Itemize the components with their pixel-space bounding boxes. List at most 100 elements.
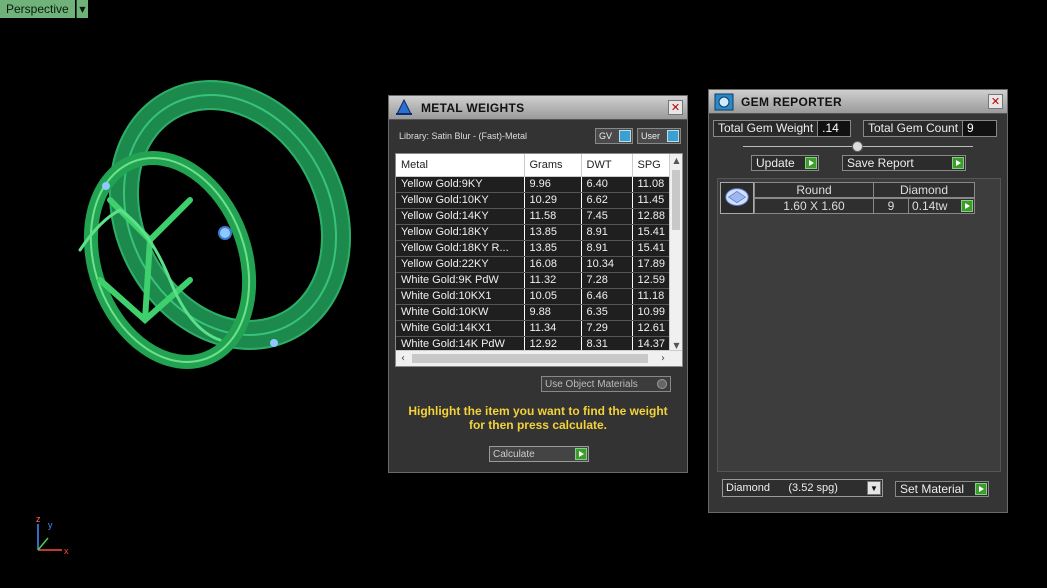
table-cell[interactable]: White Gold:9K PdW [396, 272, 525, 289]
gv-toggle[interactable]: GV [595, 128, 633, 144]
table-cell[interactable]: 11.45 [632, 192, 671, 209]
gem-material[interactable]: Diamond [873, 182, 975, 198]
table-row[interactable]: White Gold:10KX1 10.05 6.46 11.18 [396, 288, 671, 305]
update-button[interactable]: Update [751, 155, 819, 171]
svg-text:z: z [36, 514, 41, 524]
play-arrow-icon [952, 157, 964, 169]
table-cell[interactable]: 15.41 [632, 224, 671, 241]
gem-reporter-app-icon [714, 93, 734, 110]
gem-list[interactable]: Round Diamond 1.60 X 1.60 9 0.14tw [717, 178, 1001, 472]
table-row[interactable]: Yellow Gold:9KY 9.96 6.40 11.08 [396, 176, 671, 193]
table-cell[interactable]: 10.99 [632, 304, 671, 321]
table-cell[interactable]: White Gold:10KX1 [396, 288, 525, 305]
table-cell[interactable]: 7.28 [581, 272, 633, 289]
table-row[interactable]: White Gold:14KX1 11.34 7.29 12.61 [396, 320, 671, 337]
viewport-dropdown-icon[interactable]: ▼ [76, 0, 88, 18]
table-cell[interactable]: 12.59 [632, 272, 671, 289]
table-cell[interactable]: 11.08 [632, 176, 671, 193]
table-row[interactable]: Yellow Gold:18KY 13.85 8.91 15.41 [396, 224, 671, 241]
table-cell[interactable]: 6.35 [581, 304, 633, 321]
gem-size[interactable]: 1.60 X 1.60 [754, 198, 874, 214]
set-material-button[interactable]: Set Material [895, 481, 989, 497]
table-cell[interactable]: 10.34 [581, 256, 633, 273]
table-cell[interactable]: 11.18 [632, 288, 671, 305]
col-dwt[interactable]: DWT [581, 154, 633, 177]
use-object-materials-toggle[interactable]: Use Object Materials [541, 376, 671, 392]
chevron-down-icon[interactable]: ▼ [867, 481, 881, 495]
table-cell[interactable]: 16.08 [524, 256, 582, 273]
metal-weights-close-icon[interactable]: ✕ [668, 100, 683, 115]
table-cell[interactable]: 8.91 [581, 240, 633, 257]
table-cell[interactable]: 13.85 [524, 240, 582, 257]
table-cell[interactable]: 17.89 [632, 256, 671, 273]
table-cell[interactable]: 6.62 [581, 192, 633, 209]
play-arrow-icon [805, 157, 817, 169]
scroll-right-icon[interactable]: › [656, 351, 670, 366]
table-row[interactable]: White Gold:10KW 9.88 6.35 10.99 [396, 304, 671, 321]
table-cell[interactable]: Yellow Gold:9KY [396, 176, 525, 193]
table-cell[interactable]: 12.88 [632, 208, 671, 225]
material-select[interactable]: Diamond (3.52 spg) ▼ [722, 479, 883, 497]
calculate-label: Calculate [493, 448, 535, 460]
table-cell[interactable]: White Gold:10KW [396, 304, 525, 321]
table-row[interactable]: Yellow Gold:14KY 11.58 7.45 12.88 [396, 208, 671, 225]
instruction-line-2: for then press calculate. [468, 418, 608, 432]
table-cell[interactable]: 7.29 [581, 320, 633, 337]
table-cell[interactable]: Yellow Gold:18KY [396, 224, 525, 241]
col-metal[interactable]: Metal [396, 154, 525, 177]
scroll-up-icon[interactable]: ▲ [670, 154, 682, 167]
gem-shape[interactable]: Round [754, 182, 874, 198]
table-cell[interactable]: 10.29 [524, 192, 582, 209]
table-row[interactable]: White Gold:9K PdW 11.32 7.28 12.59 [396, 272, 671, 289]
metal-table-hscroll[interactable]: ‹ › [396, 350, 682, 366]
user-toggle-label: User [641, 131, 661, 141]
gem-count[interactable]: 9 [873, 198, 909, 214]
metal-weights-titlebar[interactable]: METAL WEIGHTS ✕ [389, 96, 687, 120]
table-cell[interactable]: 12.61 [632, 320, 671, 337]
table-cell[interactable]: Yellow Gold:18KY R... [396, 240, 525, 257]
instruction-line-1: Highlight the item you want to find the … [408, 404, 668, 418]
viewport-label[interactable]: Perspective [0, 0, 75, 18]
table-cell[interactable]: 11.58 [524, 208, 582, 225]
metal-weights-panel: METAL WEIGHTS ✕ Library: Satin Blur - (F… [388, 95, 688, 473]
table-cell[interactable]: White Gold:14KX1 [396, 320, 525, 337]
save-report-button[interactable]: Save Report [842, 155, 966, 171]
col-spg[interactable]: SPG [632, 154, 671, 177]
table-cell[interactable]: Yellow Gold:22KY [396, 256, 525, 273]
ring-3d-model[interactable] [40, 80, 380, 410]
svg-text:y: y [48, 520, 53, 530]
table-cell[interactable]: 11.34 [524, 320, 582, 337]
table-row[interactable]: Yellow Gold:18KY R... 13.85 8.91 15.41 [396, 240, 671, 257]
table-cell[interactable]: 8.91 [581, 224, 633, 241]
table-cell[interactable]: 6.40 [581, 176, 633, 193]
hscroll-thumb[interactable] [412, 354, 648, 363]
slider-handle[interactable] [852, 141, 863, 152]
gem-thumbnail[interactable] [720, 182, 754, 214]
instruction-text: Highlight the item you want to find the … [395, 404, 681, 432]
metal-table[interactable]: Metal Grams DWT SPG Yellow Gold:9KY 9.96 6… [395, 153, 683, 367]
gem-weight[interactable]: 0.14tw [908, 198, 975, 214]
play-arrow-icon [975, 483, 987, 495]
gem-reporter-title: GEM REPORTER [741, 94, 842, 109]
table-cell[interactable]: Yellow Gold:14KY [396, 208, 525, 225]
table-cell[interactable]: 15.41 [632, 240, 671, 257]
table-cell[interactable]: 7.45 [581, 208, 633, 225]
calculate-button[interactable]: Calculate [489, 446, 589, 462]
table-cell[interactable]: 11.32 [524, 272, 582, 289]
table-cell[interactable]: Yellow Gold:10KY [396, 192, 525, 209]
table-cell[interactable]: 10.05 [524, 288, 582, 305]
table-cell[interactable]: 6.46 [581, 288, 633, 305]
table-cell[interactable]: 9.96 [524, 176, 582, 193]
user-toggle[interactable]: User [637, 128, 681, 144]
table-row[interactable]: Yellow Gold:10KY 10.29 6.62 11.45 [396, 192, 671, 209]
metal-table-vscroll[interactable]: ▲ ▼ [669, 154, 682, 352]
scroll-left-icon[interactable]: ‹ [396, 351, 410, 366]
table-cell[interactable]: 13.85 [524, 224, 582, 241]
total-gem-weight: Total Gem Weight .14 [713, 120, 852, 137]
vscroll-thumb[interactable] [672, 170, 680, 230]
table-row[interactable]: Yellow Gold:22KY 16.08 10.34 17.89 [396, 256, 671, 273]
gem-reporter-close-icon[interactable]: ✕ [988, 94, 1003, 109]
table-cell[interactable]: 9.88 [524, 304, 582, 321]
col-grams[interactable]: Grams [524, 154, 582, 177]
gem-reporter-titlebar[interactable]: GEM REPORTER ✕ [709, 90, 1007, 114]
